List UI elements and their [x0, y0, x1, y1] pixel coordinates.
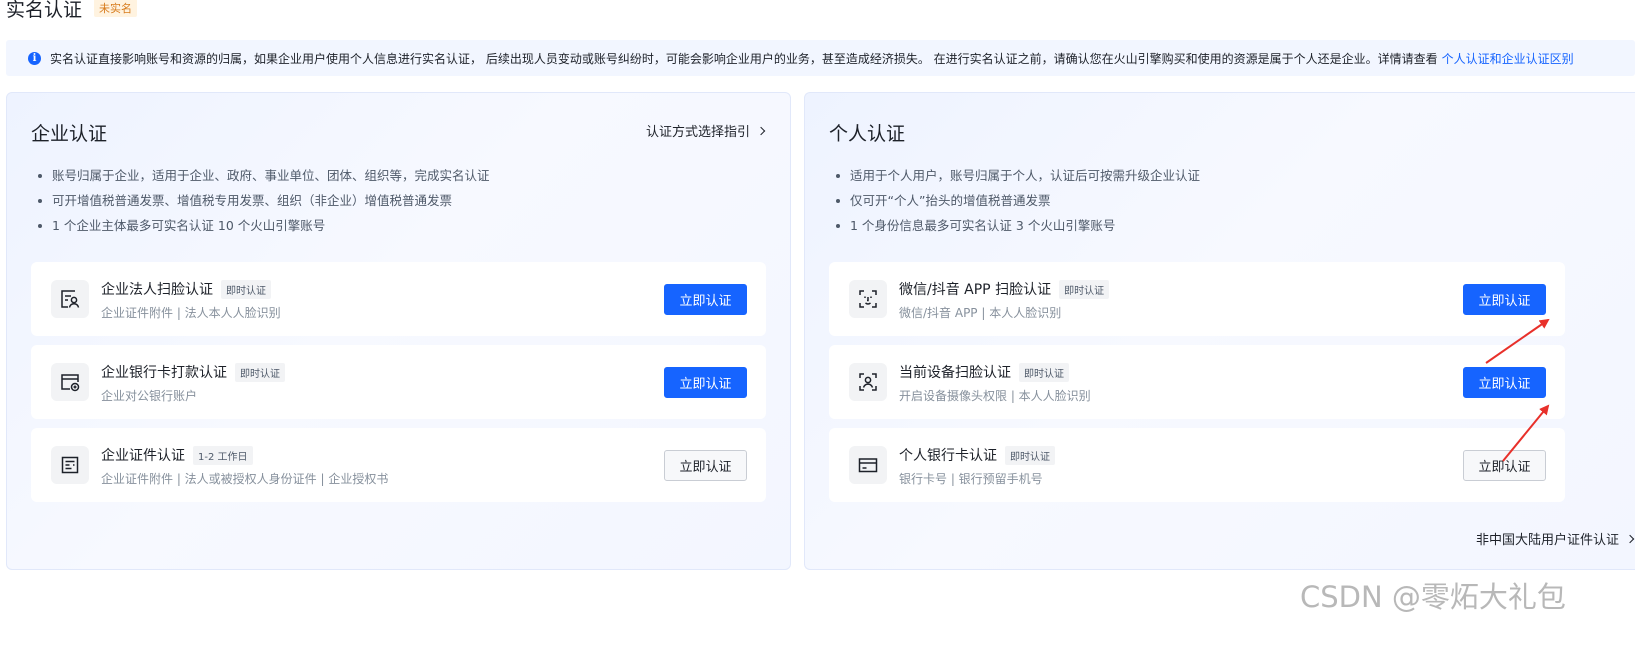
page-header: 实名认证 未实名	[6, 0, 138, 22]
method-description: 企业对公银行账户	[101, 389, 198, 403]
verification-guide-link[interactable]: 认证方式选择指引	[645, 121, 766, 140]
method-title: 企业法人扫脸认证	[101, 282, 213, 298]
page-title: 实名认证	[6, 0, 83, 21]
list-item: 1 个企业主体最多可实名认证 10 个火山引擎账号	[37, 213, 490, 238]
personal-verification-panel: 个人认证 适用于个人用户，账号归属于个人，认证后可按需升级企业认证 仅可开“个人…	[804, 92, 1635, 570]
method-tag: 即时认证	[221, 279, 271, 299]
method-tag: 即时认证	[1059, 279, 1110, 299]
method-title: 当前设备扫脸认证	[899, 365, 1011, 381]
list-item: 账号归属于企业，适用于企业、政府、事业单位、团体、组织等，完成实名认证	[37, 163, 490, 188]
face-scan-icon	[849, 280, 887, 318]
enterprise-method-card-document: 企业证件认证 1-2 工作日 企业证件附件 | 法人或被授权人身份证件 | 企业…	[31, 428, 766, 502]
method-description: 银行卡号 | 银行预留手机号	[899, 472, 1043, 486]
verify-now-button[interactable]: 立即认证	[664, 284, 747, 315]
enterprise-method-card-bank: 企业银行卡打款认证 即时认证 企业对公银行账户 立即认证	[31, 345, 766, 419]
method-tag: 即时认证	[1005, 445, 1055, 465]
chevron-right-icon	[756, 126, 766, 135]
method-description: 开启设备摄像头权限 | 本人人脸识别	[899, 389, 1091, 403]
verification-status-badge: 未实名	[94, 0, 138, 17]
personal-method-card-app-face: 微信/抖音 APP 扫脸认证 即时认证 微信/抖音 APP | 本人人脸识别 立…	[829, 262, 1565, 336]
notice-link[interactable]: 个人认证和企业认证区别	[1442, 50, 1574, 67]
notice-text: 实名认证直接影响账号和资源的归属，如果企业用户使用个人信息进行实名认证， 后续出…	[50, 51, 1438, 66]
enterprise-method-card-face: 企业法人扫脸认证 即时认证 企业证件附件 | 法人本人人脸识别 立即认证	[31, 262, 766, 336]
personal-bullet-list: 适用于个人用户，账号归属于个人，认证后可按需升级企业认证 仅可开“个人”抬头的增…	[835, 163, 1200, 238]
non-mainland-verification-link[interactable]: 非中国大陆用户证件认证	[1475, 529, 1635, 548]
list-item: 可开增值税普通发票、增值税专用发票、组织（非企业）增值税普通发票	[37, 188, 490, 213]
method-title: 企业证件认证	[101, 448, 185, 464]
verify-now-button[interactable]: 立即认证	[1463, 284, 1546, 315]
method-title: 微信/抖音 APP 扫脸认证	[899, 282, 1052, 298]
info-icon: i	[28, 51, 41, 65]
device-face-scan-icon	[849, 363, 887, 401]
method-title: 企业银行卡打款认证	[101, 365, 227, 381]
list-item: 1 个身份信息最多可实名认证 3 个火山引擎账号	[835, 213, 1200, 238]
document-icon	[51, 446, 89, 484]
method-tag: 1-2 工作日	[193, 445, 253, 465]
method-tag: 即时认证	[235, 362, 285, 382]
foot-link-label: 非中国大陆用户证件认证	[1475, 533, 1619, 548]
method-description: 微信/抖音 APP | 本人人脸识别	[899, 306, 1062, 320]
notice-banner: i 实名认证直接影响账号和资源的归属，如果企业用户使用个人信息进行实名认证， 后…	[6, 40, 1635, 76]
bank-card-icon	[849, 446, 887, 484]
method-description: 企业证件附件 | 法人本人人脸识别	[101, 306, 281, 320]
list-item: 仅可开“个人”抬头的增值税普通发票	[835, 188, 1200, 213]
personal-method-card-device-face: 当前设备扫脸认证 即时认证 开启设备摄像头权限 | 本人人脸识别 立即认证	[829, 345, 1565, 419]
chevron-right-icon	[1625, 534, 1635, 543]
face-id-card-icon	[51, 280, 89, 318]
verify-now-button[interactable]: 立即认证	[1463, 450, 1546, 481]
method-title: 个人银行卡认证	[899, 448, 997, 464]
bank-transfer-icon	[51, 363, 89, 401]
list-item: 适用于个人用户，账号归属于个人，认证后可按需升级企业认证	[835, 163, 1200, 188]
method-tag: 即时认证	[1019, 362, 1069, 382]
watermark: CSDN @零炻大礼包	[1300, 580, 1566, 614]
verify-now-button[interactable]: 立即认证	[664, 450, 747, 481]
enterprise-verification-panel: 企业认证 认证方式选择指引 账号归属于企业，适用于企业、政府、事业单位、团体、组…	[6, 92, 791, 570]
guide-link-label: 认证方式选择指引	[645, 125, 750, 140]
verify-now-button[interactable]: 立即认证	[664, 367, 747, 398]
personal-panel-title: 个人认证	[829, 123, 906, 145]
method-description: 企业证件附件 | 法人或被授权人身份证件 | 企业授权书	[101, 472, 389, 486]
personal-method-card-bank: 个人银行卡认证 即时认证 银行卡号 | 银行预留手机号 立即认证	[829, 428, 1565, 502]
verify-now-button[interactable]: 立即认证	[1463, 367, 1546, 398]
enterprise-bullet-list: 账号归属于企业，适用于企业、政府、事业单位、团体、组织等，完成实名认证 可开增值…	[37, 163, 490, 238]
enterprise-panel-title: 企业认证	[31, 123, 108, 145]
